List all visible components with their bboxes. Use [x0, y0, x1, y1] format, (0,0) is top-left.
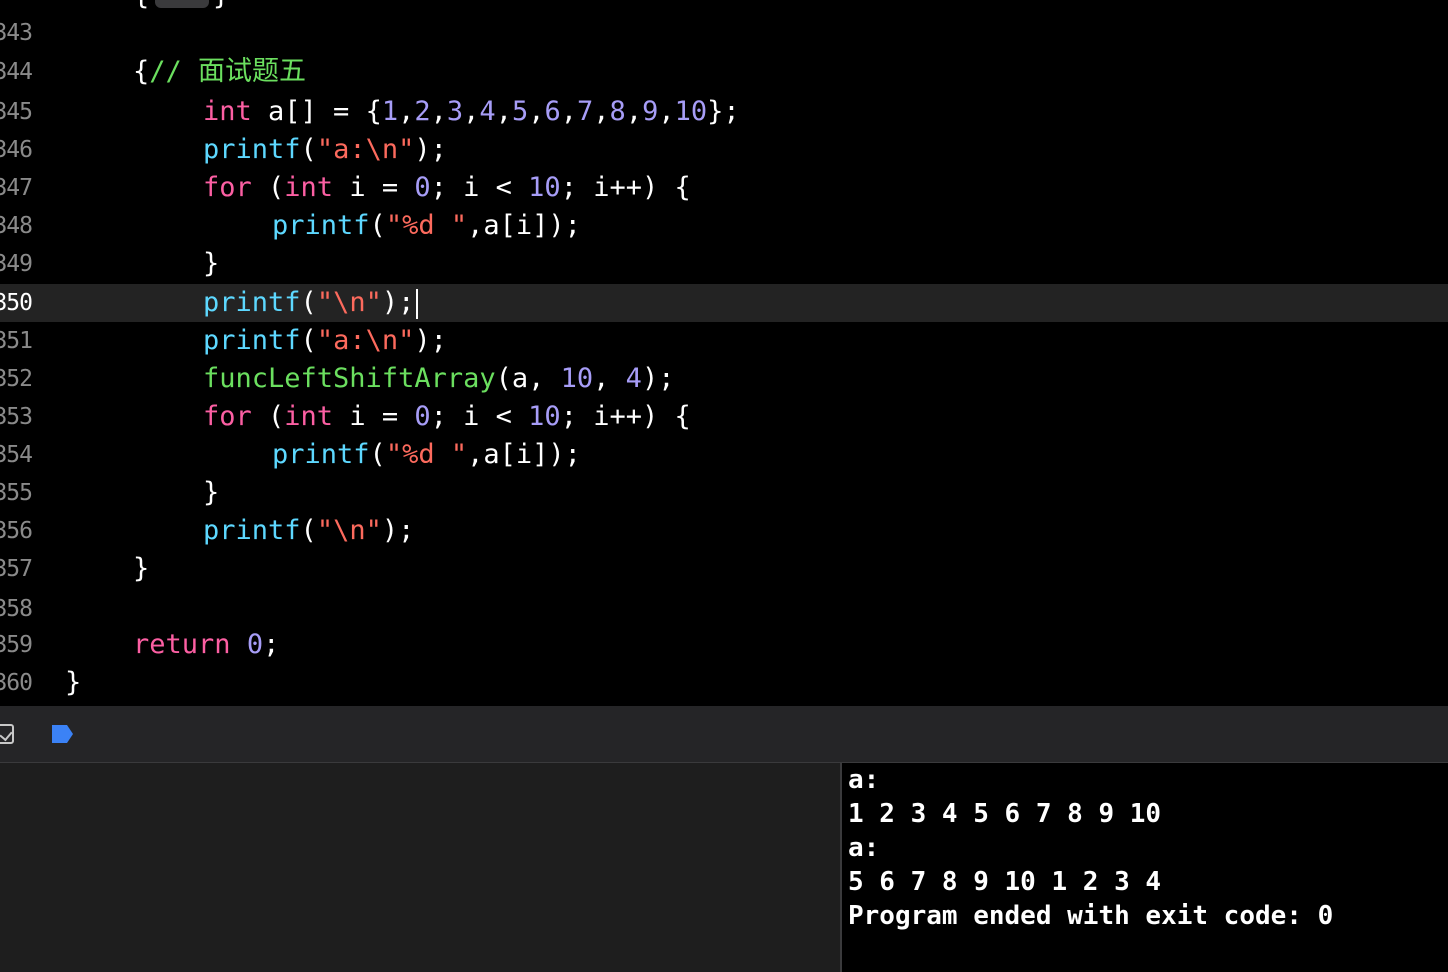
code-line-350-current[interactable]: 350 printf("\n"); [0, 284, 1448, 322]
code-line-359[interactable]: 359 return 0; [0, 626, 1448, 664]
code-text: {// 面试题五 [133, 56, 307, 87]
code-line-355[interactable]: 355 } [0, 474, 1448, 512]
code-line-343[interactable]: 343 [0, 14, 1448, 52]
code-line-356[interactable]: 356 printf("\n"); [0, 512, 1448, 550]
code-line-346[interactable]: 346 printf("a:\n"); [0, 131, 1448, 169]
code-line-345[interactable]: 345 int a[] = {1,2,3,4,5,6,7,8,9,10}; [0, 93, 1448, 131]
line-number: 350 [0, 290, 33, 316]
line-number: 345 [0, 99, 33, 125]
code-line-352[interactable]: 352 funcLeftShiftArray(a, 10, 4); [0, 360, 1448, 398]
line-number: 344 [0, 59, 33, 85]
code-line-360[interactable]: 360 } [0, 664, 1448, 702]
code-text: } [65, 667, 82, 698]
line-number: 359 [0, 632, 33, 658]
code-line-344[interactable]: 344 {// 面试题五 [0, 53, 1448, 91]
code-line-351[interactable]: 351 printf("a:\n"); [0, 322, 1448, 360]
folded-code-pill[interactable] [155, 0, 209, 8]
code-text: printf("a:\n"); [203, 325, 447, 356]
console-output[interactable]: a: 1 2 3 4 5 6 7 8 9 10 a: 5 6 7 8 9 10 … [842, 763, 1448, 972]
line-number: 360 [0, 670, 33, 696]
code-text: } [203, 248, 220, 279]
comment: // 面试题五 [149, 56, 307, 87]
fold-brace-close: } [213, 0, 229, 11]
console-line: 5 6 7 8 9 10 1 2 3 4 [848, 867, 1162, 897]
source-editor[interactable]: { } 343 344 {// 面试题五 345 int a[] = {1,2,… [0, 0, 1448, 706]
fold-brace-open: { [133, 0, 149, 11]
text-cursor [416, 288, 419, 319]
line-number: 346 [0, 137, 33, 163]
debug-bar [0, 706, 1448, 763]
breakpoint-icon[interactable] [50, 723, 74, 745]
line-number: 354 [0, 442, 33, 468]
console-line: Program ended with exit code: 0 [848, 901, 1334, 931]
code-text: printf("\n"); [203, 284, 419, 322]
checkbox-toggle-icon[interactable] [0, 724, 14, 744]
line-number: 358 [0, 596, 33, 622]
code-text: } [133, 553, 150, 584]
code-text: printf("%d ",a[i]); [272, 210, 581, 241]
code-text: printf("%d ",a[i]); [272, 439, 581, 470]
code-line-358[interactable]: 358 [0, 590, 1448, 628]
console-line: a: [848, 833, 880, 863]
code-text: return 0; [133, 629, 280, 660]
console-line: a: [848, 765, 880, 795]
code-line-357[interactable]: 357 } [0, 550, 1448, 588]
line-number: 357 [0, 556, 33, 582]
code-text: } [203, 477, 220, 508]
code-text: printf("a:\n"); [203, 134, 447, 165]
code-line-348[interactable]: 348 printf("%d ",a[i]); [0, 207, 1448, 245]
code-line-349[interactable]: 349 } [0, 245, 1448, 283]
line-number: 356 [0, 518, 33, 544]
line-number: 348 [0, 213, 33, 239]
variables-view[interactable] [0, 763, 840, 972]
code-text: int a[] = {1,2,3,4,5,6,7,8,9,10}; [203, 96, 740, 127]
code-line-353[interactable]: 353 for (int i = 0; i < 10; i++) { [0, 398, 1448, 436]
code-text: funcLeftShiftArray(a, 10, 4); [203, 363, 675, 394]
code-text: for (int i = 0; i < 10; i++) { [203, 172, 691, 203]
line-number: 349 [0, 251, 33, 277]
line-number: 353 [0, 404, 33, 430]
console-line: 1 2 3 4 5 6 7 8 9 10 [848, 799, 1162, 829]
code-text: printf("\n"); [203, 515, 415, 546]
xcode-window: { } 343 344 {// 面试题五 345 int a[] = {1,2,… [0, 0, 1448, 972]
line-number: 347 [0, 175, 33, 201]
code-text: for (int i = 0; i < 10; i++) { [203, 401, 691, 432]
code-line-347[interactable]: 347 for (int i = 0; i < 10; i++) { [0, 169, 1448, 207]
line-number: 351 [0, 328, 33, 354]
line-number: 352 [0, 366, 33, 392]
line-number: 343 [0, 20, 33, 46]
line-number: 355 [0, 480, 33, 506]
code-line-354[interactable]: 354 printf("%d ",a[i]); [0, 436, 1448, 474]
